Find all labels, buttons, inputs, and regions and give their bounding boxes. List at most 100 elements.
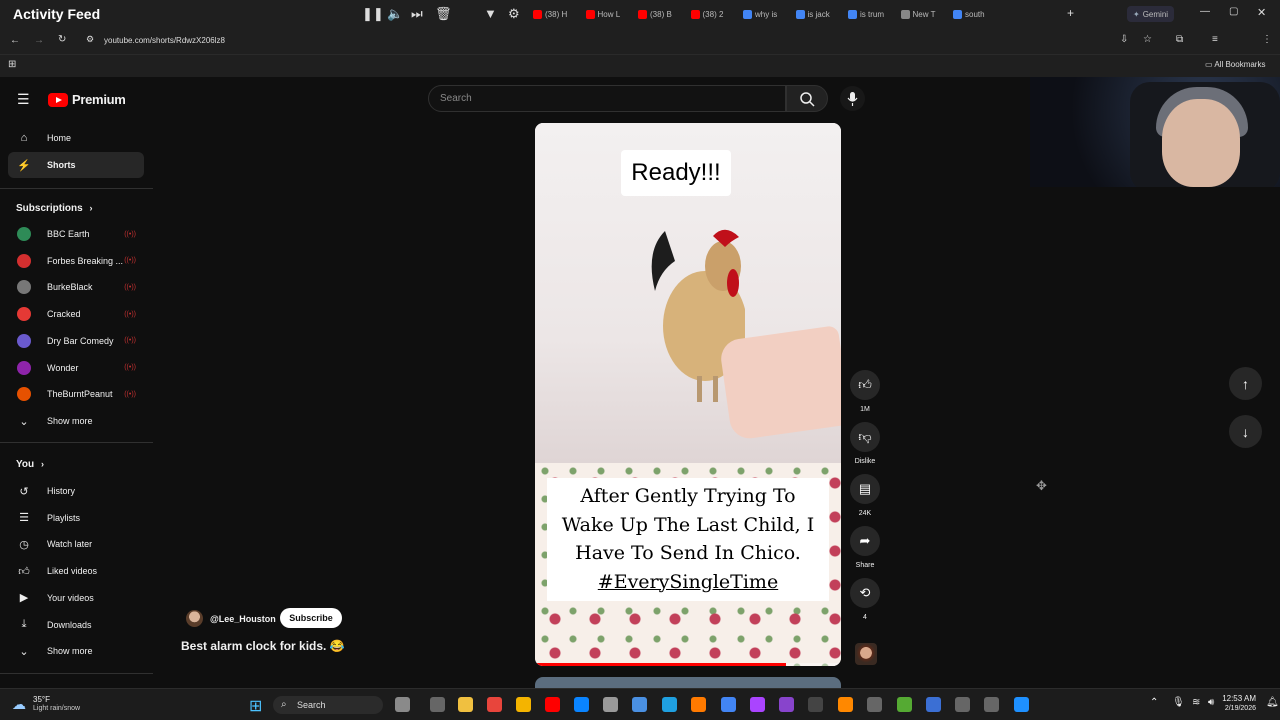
app-icon[interactable] — [955, 697, 970, 712]
clock-time[interactable]: 12:53 AM — [1222, 694, 1256, 703]
app-icon[interactable] — [1014, 697, 1029, 712]
youtube-logo[interactable]: Premium — [48, 92, 126, 107]
back-icon[interactable]: ← — [10, 35, 20, 46]
taskbar-search[interactable]: ⌕ Search — [273, 696, 383, 714]
browser-tab[interactable]: (38) B — [638, 6, 672, 22]
comments-action[interactable]: ▤ 24K — [850, 474, 880, 517]
extensions-icon[interactable]: ⧉ — [1176, 34, 1183, 45]
sidebar-item-playlists[interactable]: ☰ Playlists — [8, 505, 144, 531]
caption-hashtag[interactable]: #EverySingleTime — [547, 568, 829, 597]
sidebar-item-your-videos[interactable]: ▶ Your videos — [8, 585, 144, 611]
short-video-player[interactable]: Ready!!! After Gently Trying To Wake Up … — [535, 123, 841, 666]
messenger-icon[interactable] — [574, 697, 589, 712]
sidebar-item-liked-videos[interactable]: 👍︎ Liked videos — [8, 558, 144, 584]
all-bookmarks[interactable]: ▭ All Bookmarks — [1205, 60, 1265, 69]
edge-icon[interactable] — [662, 697, 677, 712]
subscription-item[interactable]: Dry Bar Comedy ((•)) — [8, 328, 144, 354]
browser-tab[interactable]: is jack — [795, 6, 830, 22]
browser-tab[interactable]: south — [953, 6, 985, 22]
app-icon[interactable] — [838, 697, 853, 712]
youtube-icon[interactable] — [545, 697, 560, 712]
dislike-action[interactable]: 👎︎ Dislike — [850, 422, 880, 465]
browser-tab[interactable]: why is — [743, 6, 777, 22]
sidebar-item-downloads[interactable]: ⤓ Downloads — [8, 612, 144, 638]
previous-short-button[interactable]: ↑ — [1229, 367, 1262, 400]
app-icon[interactable] — [897, 697, 912, 712]
comment-icon[interactable]: ▤ — [850, 474, 880, 504]
video-progress-bar[interactable] — [535, 663, 841, 666]
file-explorer-icon[interactable] — [458, 697, 473, 712]
subscription-item[interactable]: BurkeBlack ((•)) — [8, 274, 144, 300]
subscription-item[interactable]: TheBurntPeanut ((•)) — [8, 381, 144, 407]
gear-icon[interactable]: ⚙ — [508, 6, 520, 22]
apps-grid-icon[interactable]: ⊞ — [8, 59, 16, 70]
minimize-icon[interactable]: — — [1200, 6, 1210, 17]
hamburger-menu-icon[interactable]: ☰ — [17, 91, 30, 108]
volume-icon[interactable]: 🔈 — [387, 6, 403, 22]
browser-tab[interactable]: New T — [900, 6, 935, 22]
chrome-icon[interactable] — [487, 697, 502, 712]
subscription-item[interactable]: Wonder ((•)) — [8, 355, 144, 381]
browser-tab[interactable]: How L — [585, 6, 620, 22]
app-icon[interactable] — [750, 697, 765, 712]
filter-icon[interactable]: ▼ — [484, 6, 497, 21]
trash-icon[interactable]: 🗑 — [435, 6, 452, 22]
sidebar-item-shorts[interactable]: ⚡ Shorts — [8, 152, 144, 178]
copilot-icon[interactable] — [430, 697, 445, 712]
next-short-button[interactable]: ↓ — [1229, 415, 1262, 448]
sidebar-item-home[interactable]: ⌂ Home — [8, 125, 144, 151]
reload-icon[interactable]: ↻ — [58, 34, 66, 45]
app-icon[interactable] — [926, 697, 941, 712]
remix-icon[interactable]: ⟲ — [850, 578, 880, 608]
remix-action[interactable]: ⟲ 4 — [850, 578, 880, 621]
url-field[interactable]: youtube.com/shorts/RdwzX206lz8 — [104, 36, 225, 45]
install-icon[interactable]: ⇩ — [1120, 34, 1128, 45]
tray-mic-icon[interactable]: 🎙︎ — [1172, 697, 1185, 708]
browser-tab[interactable]: is trum — [848, 6, 884, 22]
browser-tab[interactable]: (38) H — [533, 6, 567, 22]
browser-tab[interactable]: (38) 2 — [690, 6, 723, 22]
pause-icon[interactable]: ❚❚ — [362, 6, 384, 22]
sidebar-item-watch-later[interactable]: ◷ Watch later — [8, 531, 144, 557]
app-icon[interactable] — [779, 697, 794, 712]
app-icon[interactable] — [867, 697, 882, 712]
you-header[interactable]: You › — [16, 459, 44, 470]
store-icon[interactable] — [603, 697, 618, 712]
menu-list-icon[interactable]: ≡ — [1212, 34, 1218, 45]
subscribe-button[interactable]: Subscribe — [280, 608, 342, 628]
channel-avatar[interactable] — [186, 610, 203, 627]
subscription-item[interactable]: Forbes Breaking ... ((•)) — [8, 248, 144, 274]
clock-date[interactable]: 2/19/2026 — [1225, 705, 1256, 712]
show-more-subscriptions[interactable]: ⌄ Show more — [8, 408, 144, 434]
site-info-icon[interactable]: ⚙ — [86, 34, 94, 45]
subscription-item[interactable]: Cracked ((•)) — [8, 301, 144, 327]
next-icon[interactable]: ⏭ — [411, 6, 423, 22]
sound-creator-thumbnail[interactable] — [855, 643, 877, 665]
subscription-item[interactable]: BBC Earth ((•)) — [8, 221, 144, 247]
speaker-icon[interactable]: 🔊︎ — [1208, 697, 1214, 708]
more-icon[interactable]: ⋮ — [1262, 34, 1272, 45]
maximize-icon[interactable]: ▢ — [1229, 6, 1238, 17]
thumbs-down-icon[interactable]: 👎︎ — [850, 422, 880, 452]
forward-icon[interactable]: → — [34, 35, 44, 46]
sidebar-item-history[interactable]: ↺ History — [8, 478, 144, 504]
close-icon[interactable]: ✕ — [1257, 6, 1266, 19]
subscriptions-header[interactable]: Subscriptions › — [16, 203, 92, 214]
weather-description[interactable]: Light rain/snow — [33, 705, 80, 712]
windows-start-icon[interactable]: ⊞ — [249, 696, 262, 716]
show-more-you[interactable]: ⌄ Show more — [8, 638, 144, 664]
gemini-button[interactable]: ✦ Gemini — [1127, 6, 1175, 22]
like-action[interactable]: 👍︎ 1M — [850, 370, 880, 413]
new-tab-icon[interactable]: + — [1067, 6, 1074, 20]
app-icon[interactable] — [808, 697, 823, 712]
thumbs-up-icon[interactable]: 👍︎ — [850, 370, 880, 400]
channel-name[interactable]: @Lee_Houston — [210, 614, 276, 624]
share-icon[interactable]: ➦ — [850, 526, 880, 556]
app-icon[interactable] — [984, 697, 999, 712]
weather-temp[interactable]: 35°F — [33, 695, 50, 704]
wifi-icon[interactable]: ≋ — [1192, 697, 1200, 708]
app-icon[interactable] — [632, 697, 647, 712]
widgets-icon[interactable] — [395, 697, 410, 712]
search-input[interactable] — [440, 93, 740, 104]
search-button[interactable] — [786, 85, 828, 112]
